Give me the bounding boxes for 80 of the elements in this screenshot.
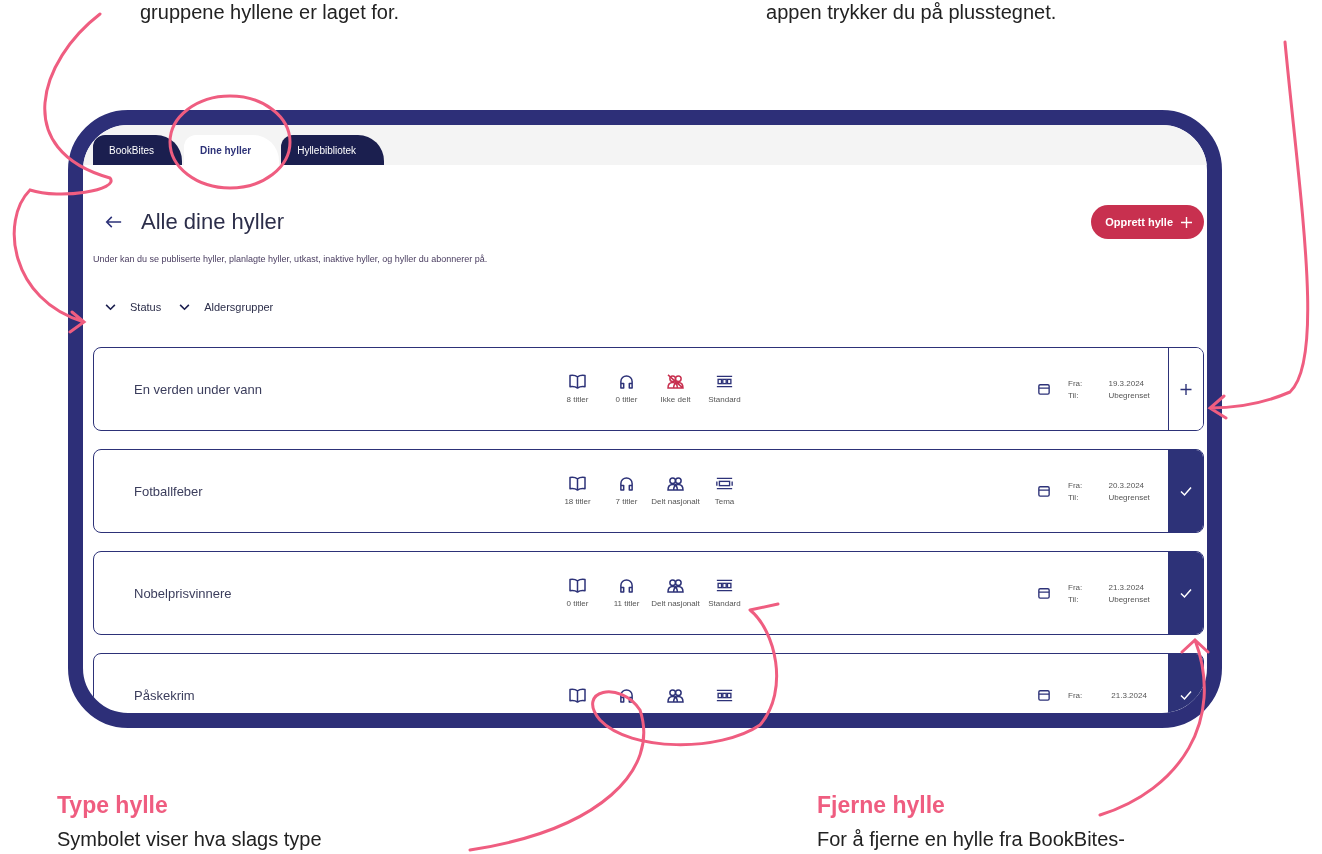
annotation-heading: Fjerne hylle bbox=[817, 792, 946, 819]
date-label: Fra: bbox=[1068, 582, 1084, 592]
description-text: Under kan du se publiserte hyller, planlagte hyller, utkast, inaktive hyller, og hyller du abonnerer på. bbox=[93, 253, 489, 265]
stat-label: Ikke delt bbox=[660, 395, 691, 404]
people-crossed-icon bbox=[667, 374, 684, 389]
headphones-icon bbox=[618, 374, 635, 389]
date-value: 21.3.2024 bbox=[1111, 690, 1148, 700]
date-value: 19.3.2024 bbox=[1108, 378, 1146, 388]
shelf-title: Påskekrim bbox=[133, 687, 196, 703]
checkmark-icon bbox=[1180, 587, 1192, 599]
date-label: Fra: bbox=[1068, 480, 1084, 490]
shelf-title: Fotballfeber bbox=[133, 483, 204, 499]
checkmark-icon bbox=[1180, 485, 1192, 497]
book-icon bbox=[569, 476, 586, 491]
date-label: Fra: bbox=[1068, 378, 1084, 388]
filter-dropdown[interactable]: Status bbox=[105, 301, 162, 313]
shelf-title: En verden under vann bbox=[133, 381, 263, 397]
checkmark-icon bbox=[1180, 689, 1192, 701]
frame-icon bbox=[716, 476, 733, 491]
book-icon bbox=[569, 374, 586, 389]
plus-icon bbox=[1181, 216, 1192, 228]
stat-label: 8 titler bbox=[566, 395, 589, 404]
calendar-icon bbox=[1038, 587, 1050, 599]
book-icon bbox=[569, 578, 586, 593]
stat-label: Delt nasjonalt bbox=[651, 497, 700, 506]
added-toggle[interactable] bbox=[1168, 450, 1203, 532]
date-label: Til: bbox=[1068, 594, 1080, 604]
shelf-card[interactable]: En verden under vann 8 titler 0 titler Ikke delt Standard Fra: 19.3.2024 Til: Ubegrenset bbox=[93, 347, 1204, 431]
people-icon bbox=[667, 687, 684, 703]
shelf-icon bbox=[716, 687, 733, 703]
date-value: Ubegrenset bbox=[1108, 492, 1151, 502]
add-button[interactable] bbox=[1168, 348, 1203, 430]
plus-icon bbox=[1180, 383, 1192, 395]
chevron-down-icon bbox=[179, 303, 191, 311]
stat-label: Tema bbox=[714, 497, 735, 506]
shelf-card[interactable]: Fotballfeber 18 titler 7 titler Delt nasjonalt Tema Fra: 20.3.2024 Til: Ubegrenset bbox=[93, 449, 1204, 533]
calendar-icon bbox=[1038, 689, 1050, 701]
stat-label: 11 titler bbox=[613, 599, 640, 608]
stat-label: Standard bbox=[708, 395, 741, 404]
people-icon bbox=[667, 578, 684, 593]
calendar-icon bbox=[1038, 383, 1050, 395]
date-value: Ubegrenset bbox=[1108, 594, 1151, 604]
filter-dropdown[interactable]: Aldersgrupper bbox=[179, 301, 274, 313]
people-icon bbox=[667, 476, 684, 491]
annotation-heading: Type hylle bbox=[57, 792, 169, 819]
date-label: Til: bbox=[1068, 390, 1080, 400]
date-value: 21.3.2024 bbox=[1108, 582, 1146, 592]
tab[interactable]: BookBites bbox=[93, 135, 183, 165]
shelf-card[interactable]: Nobelprisvinnere 0 titler 11 titler Delt nasjonalt Standard Fra: 21.3.2024 Til: Ubegrenset bbox=[93, 551, 1204, 635]
added-toggle[interactable] bbox=[1168, 552, 1203, 634]
shelf-title: Nobelprisvinnere bbox=[133, 585, 233, 601]
headphones-icon bbox=[618, 687, 635, 703]
tab[interactable]: Hyllebibliotek bbox=[281, 135, 385, 165]
annotation-text: appen trykker du på plusstegnet. bbox=[766, 0, 1057, 24]
book-icon bbox=[569, 687, 586, 703]
date-label: Fra: bbox=[1068, 690, 1084, 700]
annotation-text: For å fjerne en hylle fra BookBites- bbox=[817, 827, 1125, 851]
shelf-icon bbox=[716, 578, 733, 593]
create-shelf-button[interactable]: Opprett hylle bbox=[1091, 205, 1204, 239]
headphones-icon bbox=[618, 476, 635, 491]
annotation-text: Symbolet viser hva slags type bbox=[57, 827, 323, 851]
stat-label: 18 titler bbox=[564, 497, 591, 506]
stat-label: Standard bbox=[708, 599, 741, 608]
chevron-down-icon bbox=[105, 303, 116, 311]
stat-label: 0 titler bbox=[615, 395, 638, 404]
page-title: Alle dine hyller bbox=[141, 209, 286, 235]
shelf-icon bbox=[716, 374, 733, 389]
calendar-icon bbox=[1038, 485, 1050, 497]
annotation-text: gruppene hyllene er laget for. bbox=[140, 0, 400, 24]
added-toggle[interactable] bbox=[1168, 654, 1203, 713]
date-value: 20.3.2024 bbox=[1108, 480, 1146, 490]
stat-label: 7 titler bbox=[615, 497, 638, 506]
stat-label: 0 titler bbox=[566, 599, 589, 608]
headphones-icon bbox=[618, 578, 635, 593]
back-arrow-icon[interactable] bbox=[105, 216, 122, 228]
shelf-card[interactable]: Påskekrim Fra: 21.3.2024 bbox=[93, 653, 1204, 713]
date-value: Ubegrenset bbox=[1108, 390, 1151, 400]
date-label: Til: bbox=[1068, 492, 1080, 502]
tab[interactable]: Dine hyller bbox=[184, 135, 280, 165]
stat-label: Delt nasjonalt bbox=[651, 599, 700, 608]
